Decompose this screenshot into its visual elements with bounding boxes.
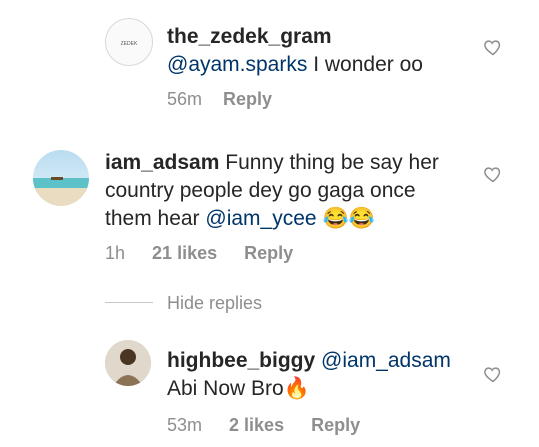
username-link[interactable]: iam_adsam bbox=[105, 151, 219, 174]
likes-count[interactable]: 21 likes bbox=[152, 243, 217, 263]
timestamp: 1h bbox=[105, 243, 126, 263]
avatar-highbee-biggy[interactable] bbox=[105, 340, 151, 386]
beach-avatar-image bbox=[33, 150, 89, 206]
heart-outline-icon[interactable] bbox=[483, 37, 503, 57]
comment-text: I wonder oo bbox=[307, 53, 423, 76]
laughing-emoji: 😂😂 bbox=[322, 207, 375, 230]
comment-text-line: Funny thing be say her bbox=[219, 151, 439, 174]
comment-text-line: country people dey go gaga once bbox=[105, 179, 416, 202]
mention-link[interactable]: @iam_ycee bbox=[205, 207, 316, 230]
avatar-the-zedek-gram[interactable]: ZEDEK bbox=[105, 18, 153, 66]
username-link[interactable]: highbee_biggy bbox=[167, 349, 315, 372]
comment-text: Abi Now Bro bbox=[167, 377, 284, 400]
avatar-logo-icon: ZEDEK bbox=[121, 41, 138, 47]
hide-replies-button[interactable]: Hide replies bbox=[167, 292, 262, 314]
heart-outline-icon[interactable] bbox=[483, 364, 503, 384]
username-link[interactable]: the_zedek_gram bbox=[167, 25, 332, 48]
replies-divider bbox=[105, 302, 153, 303]
svg-text:ZEDEK: ZEDEK bbox=[121, 41, 138, 47]
comment-3-meta: 53m 2 likes Reply bbox=[167, 414, 360, 436]
timestamp: 56m bbox=[167, 89, 203, 109]
reply-button[interactable]: Reply bbox=[244, 243, 293, 263]
comment-1-body: the_zedek_gram @ayam.sparks I wonder oo bbox=[167, 23, 467, 79]
person-avatar-image bbox=[105, 340, 151, 386]
timestamp: 53m bbox=[167, 415, 203, 435]
mention-link[interactable]: @iam_adsam bbox=[321, 349, 451, 372]
comment-3-body: highbee_biggy @iam_adsam Abi Now Bro🔥 bbox=[167, 347, 477, 403]
comment-2-meta: 1h 21 likes Reply bbox=[105, 242, 293, 264]
reply-button[interactable]: Reply bbox=[223, 89, 272, 109]
comment-text-line: them hear bbox=[105, 207, 206, 230]
heart-outline-icon[interactable] bbox=[483, 164, 503, 184]
comment-2-body: iam_adsam Funny thing be say her country… bbox=[105, 149, 475, 233]
reply-button[interactable]: Reply bbox=[311, 415, 360, 435]
comment-1-meta: 56m Reply bbox=[167, 88, 272, 110]
likes-count[interactable]: 2 likes bbox=[229, 415, 284, 435]
mention-link[interactable]: @ayam.sparks bbox=[167, 53, 307, 76]
avatar-iam-adsam[interactable] bbox=[33, 150, 89, 206]
fire-emoji: 🔥 bbox=[283, 377, 310, 400]
